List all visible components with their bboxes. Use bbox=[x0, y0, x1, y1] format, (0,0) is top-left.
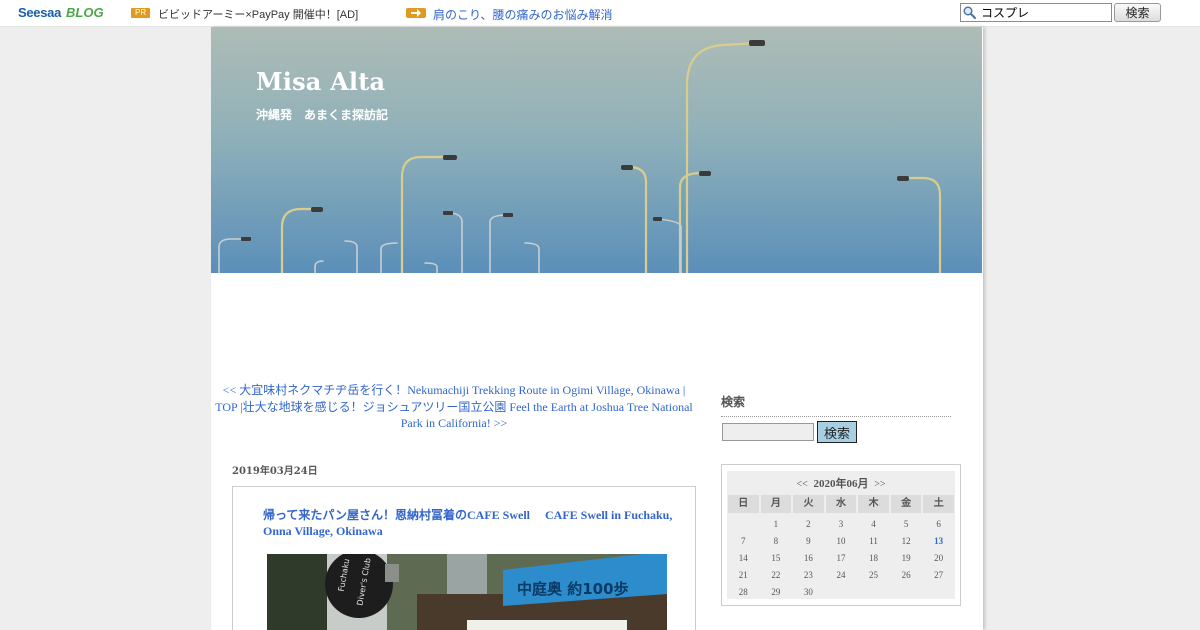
calendar-widget: << 2020年06月 >> 日 月 火 水 木 金 土 1 2 3 4 5 6 7 8 9 10… bbox=[721, 464, 961, 606]
calendar-day: 12 bbox=[901, 536, 911, 546]
seesaa-top-bar: Seesaa BLOG PR ビビッドアーミー×PayPay 開催中！[AD] … bbox=[0, 0, 1200, 27]
calendar-day: 2 bbox=[806, 519, 811, 529]
pr-badge: PR bbox=[131, 8, 151, 18]
calendar-day: 1 bbox=[773, 519, 779, 529]
blog-description: 沖縄発 あまくま探訪記 bbox=[256, 108, 389, 122]
weekday-mon: 月 bbox=[760, 495, 792, 513]
weekday-thu: 木 bbox=[858, 495, 889, 513]
calendar-day: 9 bbox=[806, 536, 811, 546]
sidebar-search-heading: 検索 bbox=[721, 393, 951, 417]
calendar-day[interactable]: 13 bbox=[922, 533, 955, 550]
calendar-empty-cell bbox=[727, 516, 760, 533]
calendar-day: 15 bbox=[771, 553, 781, 563]
calendar-grid: 日 月 火 水 木 金 土 1 2 3 4 5 6 7 8 9 10 11 12 13 14 15 16 17 1… bbox=[727, 495, 955, 601]
calendar-empty-cell bbox=[922, 584, 955, 601]
weekday-tue: 火 bbox=[793, 495, 824, 513]
ad-link-shoulder[interactable]: 肩のこり、腰の痛みのお悩み解消 bbox=[433, 6, 613, 23]
calendar-prev-month[interactable]: << bbox=[796, 479, 807, 490]
calendar-week-row: 28 29 30 bbox=[727, 584, 955, 601]
calendar-day: 17 bbox=[836, 553, 846, 563]
prev-post-link[interactable]: << 大宜味村ネクマチヂ岳を行く！Nekumachiji Trekking Ro… bbox=[223, 383, 680, 397]
arrow-right-icon bbox=[406, 8, 426, 18]
calendar-day: 20 bbox=[934, 553, 944, 563]
post-navigation: << 大宜味村ネクマチヂ岳を行く！Nekumachiji Trekking Ro… bbox=[211, 382, 697, 432]
calendar-day: 21 bbox=[738, 570, 748, 580]
weekday-wed: 水 bbox=[825, 495, 857, 513]
search-icon bbox=[963, 6, 976, 19]
calendar-week-row: 14 15 16 17 18 19 20 bbox=[727, 550, 955, 567]
calendar-header: << 2020年06月 >> bbox=[727, 475, 955, 491]
logo-blog-text: BLOG bbox=[66, 5, 104, 20]
blog-page: Misa Alta 沖縄発 あまくま探訪記 << 大宜味村ネクマチヂ岳を行く！N… bbox=[211, 27, 983, 630]
calendar-week-row: 1 2 3 4 5 6 bbox=[727, 516, 955, 533]
ad-link-vivid-army[interactable]: ビビッドアーミー×PayPay 開催中！[AD] bbox=[158, 6, 358, 22]
next-post-link[interactable]: 壮大な地球を感じる！ジョシュアツリー国立公園 Feel the Earth at… bbox=[243, 400, 693, 431]
calendar-day: 5 bbox=[903, 519, 909, 529]
calendar-inner: << 2020年06月 >> 日 月 火 水 木 金 土 1 2 3 4 5 6 7 8 9 10… bbox=[727, 471, 955, 599]
calendar-day: 30 bbox=[803, 587, 813, 597]
calendar-day: 24 bbox=[836, 570, 846, 580]
sidebar-search-button[interactable]: 検索 bbox=[817, 421, 857, 443]
calendar-week-row: 7 8 9 10 11 12 13 bbox=[727, 533, 955, 550]
calendar-day: 3 bbox=[838, 519, 844, 529]
calendar-day: 25 bbox=[869, 570, 879, 580]
post-article: 帰って来たパン屋さん！恩納村冨着のCAFE Swell CAFE Swell i… bbox=[232, 486, 696, 630]
calendar-day: 27 bbox=[934, 570, 944, 580]
calendar-week-row: 21 22 23 24 25 26 27 bbox=[727, 567, 955, 584]
calendar-day: 4 bbox=[871, 519, 876, 529]
calendar-day: 28 bbox=[738, 587, 748, 597]
calendar-month: 2020年06月 bbox=[813, 478, 869, 490]
calendar-day: 23 bbox=[803, 570, 813, 580]
calendar-next-month[interactable]: >> bbox=[874, 479, 885, 490]
calendar-day: 8 bbox=[773, 536, 779, 546]
blog-title-link[interactable]: Misa Alta bbox=[256, 67, 385, 96]
calendar-day: 6 bbox=[936, 519, 941, 529]
top-search-input[interactable] bbox=[960, 3, 1112, 22]
calendar-day: 10 bbox=[836, 536, 846, 546]
calendar-weekday-row: 日 月 火 水 木 金 土 bbox=[727, 495, 955, 515]
weekday-sat: 土 bbox=[923, 495, 955, 513]
calendar-day: 14 bbox=[738, 553, 748, 563]
logo-seesaa-text: Seesaa bbox=[18, 5, 62, 20]
top-link[interactable]: TOP bbox=[215, 400, 237, 414]
post-photo-image: Fuchaku Diver's Club 中庭奥 約100歩 bbox=[267, 554, 667, 630]
post-date: 2019年03月24日 bbox=[232, 466, 318, 477]
calendar-day: 26 bbox=[901, 570, 911, 580]
weekday-sun: 日 bbox=[728, 495, 759, 513]
seesaa-blog-logo[interactable]: Seesaa BLOG bbox=[18, 5, 104, 22]
post-photo[interactable]: Fuchaku Diver's Club 中庭奥 約100歩 bbox=[267, 554, 667, 630]
calendar-day: 22 bbox=[771, 570, 781, 580]
calendar-day: 16 bbox=[803, 553, 813, 563]
header-photo-streetlights bbox=[211, 27, 982, 273]
blog-header: Misa Alta 沖縄発 あまくま探訪記 bbox=[211, 27, 982, 273]
calendar-day: 19 bbox=[901, 553, 911, 563]
post-title-link[interactable]: 帰って来たパン屋さん！恩納村冨着のCAFE Swell CAFE Swell i… bbox=[263, 507, 683, 539]
calendar-day: 11 bbox=[869, 536, 878, 546]
calendar-empty-cell bbox=[825, 584, 858, 601]
nav-separator: | bbox=[679, 383, 686, 397]
calendar-day: 18 bbox=[869, 553, 879, 563]
top-search-button[interactable]: 検索 bbox=[1114, 3, 1161, 22]
weekday-fri: 金 bbox=[890, 495, 922, 513]
sign-text: 中庭奥 約100歩 bbox=[517, 580, 629, 598]
sidebar-search-input[interactable] bbox=[722, 423, 814, 441]
calendar-empty-cell bbox=[890, 584, 923, 601]
calendar-day: 29 bbox=[771, 587, 781, 597]
calendar-day: 7 bbox=[741, 536, 746, 546]
calendar-weeks: 1 2 3 4 5 6 7 8 9 10 11 12 13 14 15 16 17 18 19 20 21 22 23 24 2… bbox=[727, 516, 955, 601]
calendar-empty-cell bbox=[857, 584, 890, 601]
